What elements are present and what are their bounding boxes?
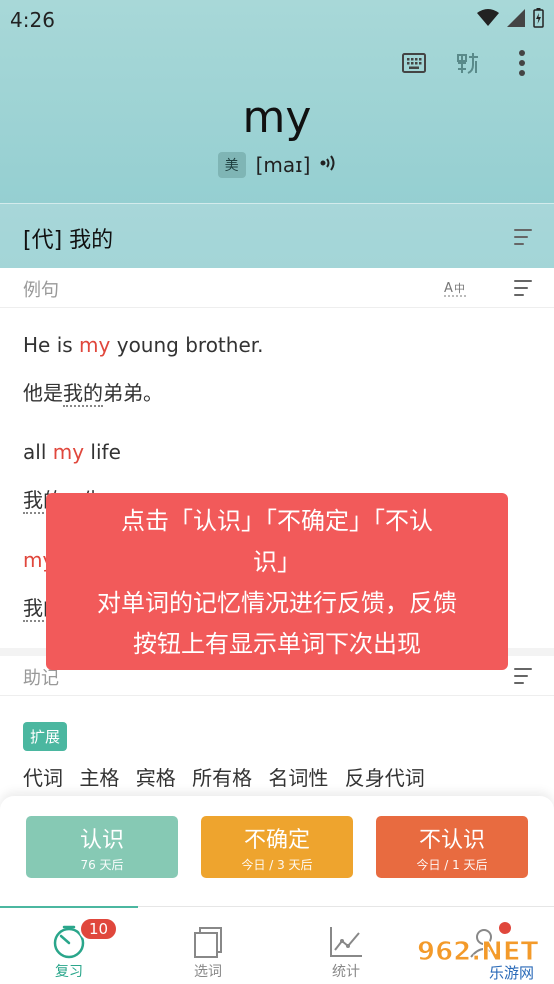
chart-icon — [330, 927, 362, 957]
mnemonic-menu-icon[interactable] — [514, 668, 532, 684]
extension-words: 代词 主格 宾格 所有格 名词性 反身代词 — [23, 766, 425, 790]
guide-toast: 点击「认识」「不确定」「不认 识」 对单词的记忆情况进行反馈，反馈 按钮上有显示… — [46, 493, 508, 670]
speaker-icon[interactable] — [320, 154, 336, 176]
know-button-interval: 76 天后 — [80, 858, 124, 872]
region-tag: 美 — [217, 152, 246, 178]
meaning-menu-icon[interactable] — [514, 229, 532, 245]
review-count-badge: 10 — [79, 917, 119, 941]
toast-line: 对单词的记忆情况进行反馈，反馈 — [97, 589, 457, 617]
tab-select-words-label: 选词 — [194, 964, 222, 980]
tab-select-words[interactable]: 选词 — [168, 923, 248, 981]
headword: my — [242, 92, 312, 143]
dont-know-button-label: 不认识 — [418, 828, 485, 853]
header-actions — [400, 48, 536, 78]
unsure-button-interval: 今日 / 3 天后 — [241, 858, 313, 872]
tab-review-label: 复习 — [55, 964, 83, 980]
cards-icon — [194, 927, 222, 958]
tab-statistics[interactable]: 统计 — [306, 923, 386, 981]
dont-know-button-interval: 今日 / 1 天后 — [416, 858, 488, 872]
know-button-label: 认识 — [79, 828, 124, 853]
example-menu-icon[interactable] — [514, 280, 532, 296]
pronunciation: 美 [maɪ] — [0, 152, 554, 178]
more-options-icon[interactable] — [508, 48, 536, 78]
know-button[interactable]: 认识 76 天后 — [26, 816, 178, 878]
example-en-2: all my life — [23, 440, 121, 464]
example-en-1: He is my young brother. — [23, 333, 264, 357]
toast-line: 按钮上有显示单词下次出现 — [133, 630, 421, 658]
active-tab-indicator — [0, 906, 138, 908]
unsure-button[interactable]: 不确定 今日 / 3 天后 — [201, 816, 353, 878]
watermark-brand: 962.NET — [417, 937, 539, 967]
extension-badge: 扩展 — [23, 722, 68, 751]
svg-text:A: A — [444, 281, 453, 296]
signal-icon — [507, 9, 525, 27]
status-time: 4:26 — [10, 8, 55, 32]
feedback-panel: 认识 76 天后 不确定 今日 / 3 天后 不认识 今日 / 1 天后 — [0, 796, 554, 906]
watermark-sub: 乐游网 — [489, 964, 534, 980]
wifi-icon — [477, 9, 499, 26]
translate-toggle-icon[interactable]: A中 — [444, 278, 468, 302]
tab-statistics-label: 统计 — [332, 964, 360, 980]
example-section-label: 例句 — [23, 280, 59, 301]
meaning-text: [代] 我的 — [23, 228, 114, 253]
example-cn-1: 他是我的弟弟。 — [23, 381, 163, 407]
keyboard-icon[interactable] — [400, 48, 428, 78]
status-icons — [477, 8, 544, 28]
example-section-header: 例句 A中 — [0, 268, 554, 308]
status-bar: 4:26 — [0, 0, 554, 38]
phonetic-text: [maɪ] — [255, 153, 311, 177]
speak-mode-icon[interactable] — [454, 48, 482, 78]
svg-text:中: 中 — [454, 282, 465, 295]
toast-line: 点击「认识」「不确定」「不认 — [121, 507, 433, 535]
meaning-bar: [代] 我的 — [0, 203, 554, 268]
unsure-button-label: 不确定 — [243, 828, 310, 853]
toast-line: 识」 — [253, 548, 301, 576]
site-watermark: 962.NET 乐游网 — [415, 930, 549, 983]
dont-know-button[interactable]: 不认识 今日 / 1 天后 — [376, 816, 528, 878]
word-header: 4:26 my 美 [maɪ] [代] 我的 — [0, 0, 554, 268]
battery-icon — [533, 8, 544, 28]
